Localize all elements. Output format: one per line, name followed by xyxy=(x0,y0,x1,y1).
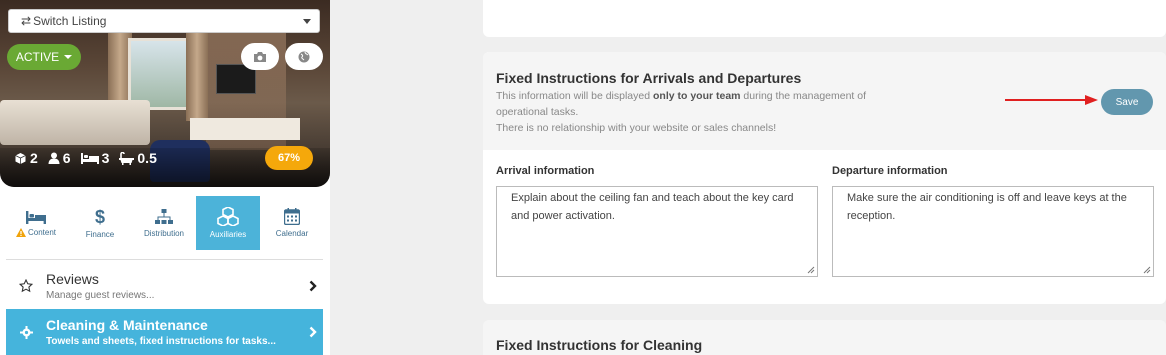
departure-value: Make sure the air conditioning is off an… xyxy=(847,192,1127,222)
bed-icon xyxy=(26,210,46,224)
dollar-icon: $ xyxy=(95,208,105,226)
photo-cabinet xyxy=(190,118,300,140)
menu-item-reviews[interactable]: Reviews Manage guest reviews... xyxy=(6,263,323,309)
svg-text:$: $ xyxy=(95,208,105,226)
bath-icon xyxy=(119,151,135,165)
listing-sidebar: ⇄ Switch Listing ACTIVE 2 6 3 0.5 67% Co… xyxy=(0,0,330,355)
beds-stat: 3 xyxy=(80,150,110,166)
menu-item-subtitle: Towels and sheets, fixed instructions fo… xyxy=(46,336,276,347)
departure-information-field[interactable]: Make sure the air conditioning is off an… xyxy=(832,186,1154,277)
tab-label: Finance xyxy=(85,229,115,239)
status-label: ACTIVE xyxy=(15,50,60,64)
arrivals-departures-card: Fixed Instructions for Arrivals and Depa… xyxy=(483,52,1166,304)
camera-icon xyxy=(254,51,266,62)
bed-icon xyxy=(80,153,99,164)
previous-card xyxy=(483,0,1166,37)
sitemap-icon xyxy=(155,208,173,224)
calendar-icon xyxy=(284,208,300,225)
caret-down-icon xyxy=(64,55,73,59)
divider xyxy=(6,259,323,260)
beds-count: 3 xyxy=(101,150,110,166)
globe-icon xyxy=(298,51,310,62)
switch-listing-label: Switch Listing xyxy=(33,14,107,28)
listing-tabs: Content $ Finance Distribution Auxiliari… xyxy=(4,196,324,250)
arrival-value: Explain about the ceiling fan and teach … xyxy=(511,192,794,222)
photo-curtain xyxy=(186,26,208,121)
listing-stats: 2 6 3 0.5 xyxy=(14,150,157,166)
switch-listing-select[interactable]: ⇄ Switch Listing xyxy=(8,9,320,33)
tab-content[interactable]: Content xyxy=(4,196,68,250)
units-count: 2 xyxy=(30,150,38,166)
tab-auxiliaries[interactable]: Auxiliaries xyxy=(196,196,260,250)
gear-icon xyxy=(19,325,33,339)
card-header: Fixed Instructions for Arrivals and Depa… xyxy=(483,52,1166,150)
units-stat: 2 xyxy=(14,150,38,166)
arrival-label: Arrival information xyxy=(496,165,595,177)
tab-label: Distribution xyxy=(143,228,184,238)
website-button[interactable] xyxy=(285,43,323,70)
photo-sofa xyxy=(0,100,150,145)
warning-icon xyxy=(15,227,26,237)
desc-text: This information will be displayed xyxy=(496,90,653,102)
status-dropdown-button[interactable]: ACTIVE xyxy=(7,44,81,70)
resize-grip-icon[interactable] xyxy=(1143,266,1151,274)
chevron-right-icon xyxy=(309,326,317,338)
tab-distribution[interactable]: Distribution xyxy=(132,196,196,250)
baths-count: 0.5 xyxy=(137,150,157,166)
chevron-right-icon xyxy=(309,280,317,292)
red-arrow-annotation xyxy=(1005,95,1098,105)
completion-badge: 67% xyxy=(265,146,313,170)
guests-stat: 6 xyxy=(48,150,71,166)
save-button[interactable]: Save xyxy=(1101,89,1153,115)
baths-stat: 0.5 xyxy=(119,150,157,166)
guests-count: 6 xyxy=(62,150,71,166)
card-description: This information will be displayed only … xyxy=(496,88,886,136)
caret-down-icon xyxy=(303,18,311,24)
cubes-icon xyxy=(217,207,239,226)
menu-item-subtitle: Manage guest reviews... xyxy=(46,290,155,301)
cleaning-instructions-card: Fixed Instructions for Cleaning xyxy=(483,320,1166,355)
tab-calendar[interactable]: Calendar xyxy=(260,196,324,250)
arrival-information-field[interactable]: Explain about the ceiling fan and teach … xyxy=(496,186,818,277)
tab-label: Content xyxy=(27,227,57,237)
photos-button[interactable] xyxy=(241,43,279,70)
card-title: Fixed Instructions for Cleaning xyxy=(496,337,703,353)
exchange-icon: ⇄ xyxy=(21,14,32,28)
desc-text: There is no relationship with your websi… xyxy=(496,122,777,134)
card-title: Fixed Instructions for Arrivals and Depa… xyxy=(496,70,802,86)
menu-item-cleaning-maintenance[interactable]: Cleaning & Maintenance Towels and sheets… xyxy=(6,309,323,355)
user-icon xyxy=(48,152,60,164)
resize-grip-icon[interactable] xyxy=(807,266,815,274)
menu-item-title: Reviews xyxy=(46,271,99,287)
tab-label: Calendar xyxy=(275,229,309,238)
tab-label: Auxiliaries xyxy=(209,230,247,239)
star-icon xyxy=(19,279,33,293)
tab-finance[interactable]: $ Finance xyxy=(68,196,132,250)
menu-item-title: Cleaning & Maintenance xyxy=(46,317,208,333)
desc-emphasis: only to your team xyxy=(653,90,741,102)
cube-icon xyxy=(15,152,26,164)
departure-label: Departure information xyxy=(832,165,948,177)
